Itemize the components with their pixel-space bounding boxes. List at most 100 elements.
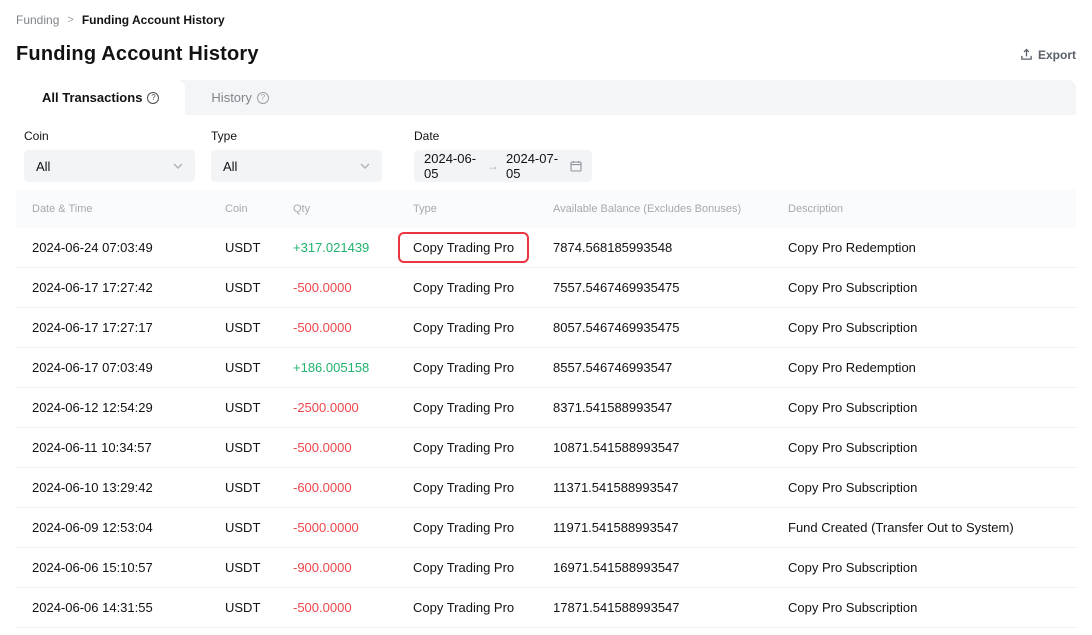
table-row: 2024-06-17 07:03:49 USDT +186.005158 Cop… [16, 348, 1076, 388]
tab-history-label: History [211, 90, 251, 105]
table-row: 2024-06-10 13:29:42 USDT -600.0000 Copy … [16, 468, 1076, 508]
cell-qty: +186.005158 [293, 360, 413, 375]
cell-balance: 8057.5467469935475 [553, 320, 788, 335]
table-row: 2024-06-06 15:10:57 USDT -900.0000 Copy … [16, 548, 1076, 588]
tab-all-transactions[interactable]: All Transactions ? [16, 80, 185, 115]
cell-datetime: 2024-06-12 12:54:29 [32, 400, 225, 415]
coin-filter-group: Coin All [24, 129, 195, 182]
table-row: 2024-06-17 17:27:17 USDT -500.0000 Copy … [16, 308, 1076, 348]
cell-type: Copy Trading Pro [413, 480, 514, 495]
cell-datetime: 2024-06-11 10:34:57 [32, 440, 225, 455]
date-end-value: 2024-07-05 [506, 151, 562, 181]
cell-description: Copy Pro Subscription [788, 440, 1060, 455]
cell-type: Copy Trading Pro [413, 600, 514, 615]
cell-balance: 7874.568185993548 [553, 240, 788, 255]
transactions-table: Date & Time Coin Qty Type Available Bala… [16, 190, 1076, 628]
cell-coin: USDT [225, 440, 293, 455]
date-filter-label: Date [414, 129, 592, 143]
cell-description: Fund Created (Transfer Out to System) [788, 520, 1060, 535]
cell-type: Copy Trading Pro [398, 232, 529, 263]
col-qty: Qty [293, 203, 413, 215]
cell-type: Copy Trading Pro [413, 560, 514, 575]
cell-type: Copy Trading Pro [413, 520, 514, 535]
col-available-balance: Available Balance (Excludes Bonuses) [553, 203, 788, 215]
cell-balance: 8557.546746993547 [553, 360, 788, 375]
breadcrumb-separator-icon: > [67, 14, 73, 26]
cell-qty: +317.021439 [293, 240, 413, 255]
cell-coin: USDT [225, 240, 293, 255]
cell-coin: USDT [225, 360, 293, 375]
cell-description: Copy Pro Subscription [788, 400, 1060, 415]
cell-coin: USDT [225, 560, 293, 575]
coin-filter-value: All [36, 159, 50, 174]
cell-coin: USDT [225, 280, 293, 295]
cell-type: Copy Trading Pro [413, 440, 514, 455]
table-row: 2024-06-24 07:03:49 USDT +317.021439 Cop… [16, 228, 1076, 268]
title-row: Funding Account History Export [0, 27, 1092, 80]
coin-filter-select[interactable]: All [24, 150, 195, 182]
type-filter-label: Type [211, 129, 382, 143]
tab-all-transactions-label: All Transactions [42, 90, 142, 105]
help-icon[interactable]: ? [147, 92, 159, 104]
page-title: Funding Account History [16, 43, 259, 66]
cell-balance: 11971.541588993547 [553, 520, 788, 535]
type-filter-select[interactable]: All [211, 150, 382, 182]
breadcrumb-current: Funding Account History [82, 13, 225, 27]
export-icon [1020, 48, 1033, 61]
cell-description: Copy Pro Subscription [788, 480, 1060, 495]
calendar-icon [570, 160, 582, 172]
table-row: 2024-06-17 17:27:42 USDT -500.0000 Copy … [16, 268, 1076, 308]
table-header-row: Date & Time Coin Qty Type Available Bala… [16, 190, 1076, 228]
coin-filter-label: Coin [24, 129, 195, 143]
table-body: 2024-06-24 07:03:49 USDT +317.021439 Cop… [16, 228, 1076, 628]
cell-datetime: 2024-06-17 17:27:17 [32, 320, 225, 335]
col-type: Type [413, 203, 553, 215]
cell-qty: -500.0000 [293, 280, 413, 295]
cell-description: Copy Pro Subscription [788, 600, 1060, 615]
export-button[interactable]: Export [1020, 48, 1076, 62]
cell-qty: -600.0000 [293, 480, 413, 495]
chevron-down-icon [173, 163, 183, 169]
type-filter-value: All [223, 159, 237, 174]
cell-datetime: 2024-06-06 15:10:57 [32, 560, 225, 575]
table-row: 2024-06-11 10:34:57 USDT -500.0000 Copy … [16, 428, 1076, 468]
cell-description: Copy Pro Subscription [788, 320, 1060, 335]
cell-type: Copy Trading Pro [413, 320, 514, 335]
tab-bar: All Transactions ? History ? [16, 80, 1076, 115]
cell-type: Copy Trading Pro [413, 400, 514, 415]
cell-type: Copy Trading Pro [413, 280, 514, 295]
cell-description: Copy Pro Subscription [788, 280, 1060, 295]
table-row: 2024-06-06 14:31:55 USDT -500.0000 Copy … [16, 588, 1076, 628]
cell-qty: -500.0000 [293, 600, 413, 615]
cell-balance: 8371.541588993547 [553, 400, 788, 415]
date-range-picker[interactable]: 2024-06-05 → 2024-07-05 [414, 150, 592, 182]
date-start-value: 2024-06-05 [424, 151, 480, 181]
cell-balance: 10871.541588993547 [553, 440, 788, 455]
filter-bar: Coin All Type All Date 2024-06-05 → 2024… [0, 115, 1092, 190]
breadcrumb-parent[interactable]: Funding [16, 13, 59, 27]
cell-qty: -500.0000 [293, 440, 413, 455]
date-range-arrow-icon: → [487, 159, 499, 173]
cell-qty: -5000.0000 [293, 520, 413, 535]
table-row: 2024-06-09 12:53:04 USDT -5000.0000 Copy… [16, 508, 1076, 548]
cell-description: Copy Pro Redemption [788, 240, 1060, 255]
cell-coin: USDT [225, 400, 293, 415]
cell-qty: -900.0000 [293, 560, 413, 575]
cell-description: Copy Pro Redemption [788, 360, 1060, 375]
cell-coin: USDT [225, 520, 293, 535]
col-date-time: Date & Time [32, 203, 225, 215]
tab-history[interactable]: History ? [185, 80, 294, 115]
cell-coin: USDT [225, 480, 293, 495]
cell-datetime: 2024-06-06 14:31:55 [32, 600, 225, 615]
col-coin: Coin [225, 203, 293, 215]
cell-description: Copy Pro Subscription [788, 560, 1060, 575]
cell-type: Copy Trading Pro [413, 360, 514, 375]
cell-datetime: 2024-06-10 13:29:42 [32, 480, 225, 495]
table-row: 2024-06-12 12:54:29 USDT -2500.0000 Copy… [16, 388, 1076, 428]
help-icon[interactable]: ? [257, 92, 269, 104]
cell-datetime: 2024-06-17 17:27:42 [32, 280, 225, 295]
cell-coin: USDT [225, 600, 293, 615]
chevron-down-icon [360, 163, 370, 169]
cell-qty: -500.0000 [293, 320, 413, 335]
date-filter-group: Date 2024-06-05 → 2024-07-05 [414, 129, 592, 182]
